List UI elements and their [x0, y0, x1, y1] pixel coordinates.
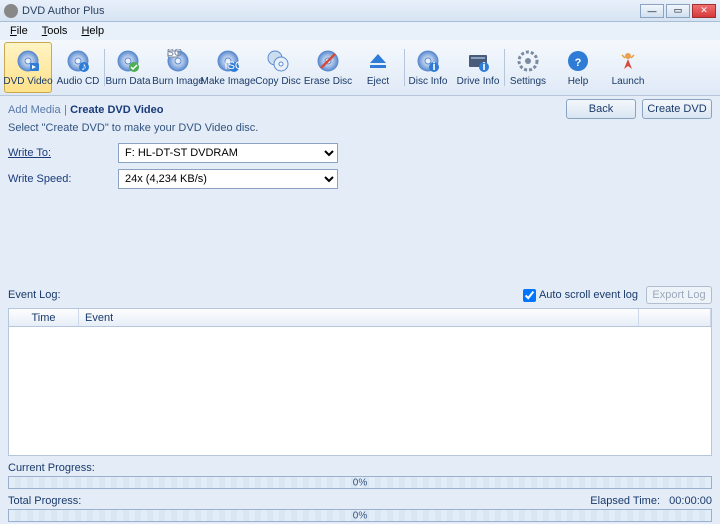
close-button[interactable]: ✕	[692, 4, 716, 18]
hint-text: Select "Create DVD" to make your DVD Vid…	[0, 122, 720, 140]
burn-image-icon: ISO	[165, 48, 191, 74]
col-time[interactable]: Time	[9, 309, 79, 326]
app-icon	[4, 4, 18, 18]
toolbar-launch[interactable]: Launch	[604, 42, 652, 93]
minimize-button[interactable]: —	[640, 4, 664, 18]
toolbar-copy-disc[interactable]: Copy Disc	[254, 42, 302, 93]
toolbar-erase-disc[interactable]: Erase Disc	[304, 42, 352, 93]
copy-disc-icon	[265, 48, 291, 74]
toolbar: DVD Video♪Audio CDBurn DataISOBurn Image…	[0, 40, 720, 96]
toolbar-make-image[interactable]: ISOMake Image	[204, 42, 252, 93]
back-button[interactable]: Back	[566, 99, 636, 119]
event-log-label: Event Log:	[8, 289, 523, 301]
breadcrumb: Add Media | Create DVD Video	[8, 102, 558, 116]
breadcrumb-prev: Add Media	[8, 104, 61, 116]
menu-help[interactable]: Help	[75, 24, 110, 38]
maximize-button[interactable]: ▭	[666, 4, 690, 18]
menu-bar: File Tools Help	[0, 22, 720, 40]
make-image-icon: ISO	[215, 48, 241, 74]
total-progress-label: Total Progress:	[8, 495, 81, 507]
export-log-button: Export Log	[646, 286, 712, 304]
toolbar-dvd-video[interactable]: DVD Video	[4, 42, 52, 93]
settings-icon	[515, 48, 541, 74]
title-bar: DVD Author Plus — ▭ ✕	[0, 0, 720, 22]
audio-cd-icon: ♪	[65, 48, 91, 74]
create-dvd-button[interactable]: Create DVD	[642, 99, 712, 119]
toolbar-help[interactable]: ?Help	[554, 42, 602, 93]
col-spacer	[639, 309, 711, 326]
toolbar-eject[interactable]: Eject	[354, 42, 402, 93]
svg-text:i: i	[482, 61, 485, 73]
breadcrumb-current: Create DVD Video	[70, 104, 163, 116]
autoscroll-checkbox[interactable]: Auto scroll event log	[523, 289, 638, 302]
event-log-grid: Time Event	[8, 308, 712, 456]
write-to-select[interactable]: F: HL-DT-ST DVDRAM	[118, 143, 338, 163]
erase-disc-icon	[315, 48, 341, 74]
toolbar-burn-image[interactable]: ISOBurn Image	[154, 42, 202, 93]
launch-icon	[615, 48, 641, 74]
menu-tools[interactable]: Tools	[36, 24, 74, 38]
col-event[interactable]: Event	[79, 309, 639, 326]
toolbar-disc-info[interactable]: iDisc Info	[404, 42, 452, 93]
svg-text:♪: ♪	[81, 61, 87, 73]
toolbar-drive-info[interactable]: iDrive Info	[454, 42, 502, 93]
write-speed-label: Write Speed:	[8, 173, 108, 185]
burn-data-icon	[115, 48, 141, 74]
svg-text:i: i	[432, 61, 435, 73]
event-log-body	[9, 327, 711, 455]
toolbar-settings[interactable]: Settings	[504, 42, 552, 93]
help-icon: ?	[565, 48, 591, 74]
toolbar-audio-cd[interactable]: ♪Audio CD	[54, 42, 102, 93]
current-progress-bar: 0%	[8, 476, 712, 489]
svg-text:?: ?	[575, 57, 582, 69]
svg-text:ISO: ISO	[166, 49, 183, 59]
write-speed-select[interactable]: 24x (4,234 KB/s)	[118, 169, 338, 189]
menu-file[interactable]: File	[4, 24, 34, 38]
eject-icon	[365, 48, 391, 74]
dvd-video-icon	[15, 48, 41, 74]
write-to-label: Write To:	[8, 147, 108, 159]
toolbar-burn-data[interactable]: Burn Data	[104, 42, 152, 93]
drive-info-icon: i	[465, 48, 491, 74]
svg-text:ISO: ISO	[225, 60, 240, 72]
current-progress-label: Current Progress:	[8, 462, 712, 474]
app-title: DVD Author Plus	[22, 5, 640, 17]
elapsed-time: Elapsed Time: 00:00:00	[590, 495, 712, 507]
disc-info-icon: i	[415, 48, 441, 74]
